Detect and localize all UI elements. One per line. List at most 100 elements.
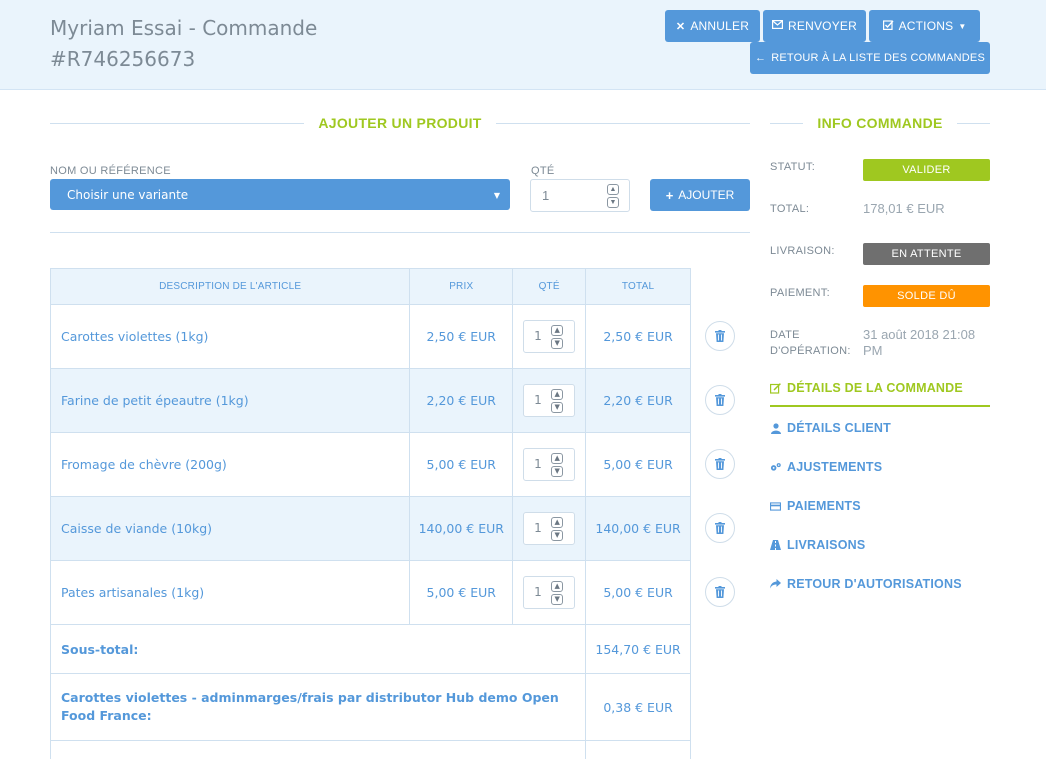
stepper-up-icon[interactable]: ▲	[551, 325, 564, 336]
shipping-label: LIVRAISON:	[770, 245, 835, 257]
item-description: Pates artisanales (1kg)	[49, 560, 411, 625]
resend-button-label: RENVOYER	[788, 19, 857, 33]
item-qty-value: 1	[534, 521, 542, 535]
item-description: Fromage de chèvre (200g)	[49, 432, 411, 497]
stepper-down-icon[interactable]: ▼	[551, 594, 564, 605]
operation-date-value-1: 31 août 2018 21:08	[863, 327, 976, 342]
nav-label: AJUSTEMENTS	[787, 460, 883, 474]
envelope-icon	[772, 20, 784, 32]
qty-stepper[interactable]: ▲ ▼	[551, 453, 564, 477]
nav-label: RETOUR D'AUTORISATIONS	[787, 577, 962, 591]
nav-return-authorizations[interactable]: RETOUR D'AUTORISATIONS	[770, 577, 990, 591]
item-qty-input[interactable]: 1 ▲ ▼	[523, 448, 576, 481]
actions-dropdown-button[interactable]: ACTIONS ▼	[869, 10, 980, 42]
trash-icon	[715, 455, 725, 474]
stepper-up-icon[interactable]: ▲	[607, 184, 619, 195]
resend-button[interactable]: RENVOYER	[763, 10, 866, 42]
item-qty-input[interactable]: 1 ▲ ▼	[523, 576, 576, 609]
fee-row: Carottes violettes - adminmarges/frais p…	[49, 673, 691, 741]
stepper-up-icon[interactable]: ▲	[551, 389, 564, 400]
item-qty-input[interactable]: 1 ▲ ▼	[523, 320, 576, 353]
item-qty-value: 1	[534, 457, 542, 471]
item-price: 2,50 € EUR	[409, 304, 514, 369]
stepper-up-icon[interactable]: ▲	[551, 517, 564, 528]
cancel-button-label: ANNULER	[690, 19, 750, 33]
credit-card-icon	[770, 501, 781, 511]
item-total: 5,00 € EUR	[585, 560, 691, 625]
add-product-button[interactable]: + AJOUTER	[650, 179, 750, 211]
item-price: 2,20 € EUR	[409, 368, 514, 433]
delete-item-button[interactable]	[705, 449, 735, 479]
total-label: TOTAL:	[770, 203, 810, 215]
caret-down-icon: ▼	[493, 191, 500, 200]
nav-shipments[interactable]: LIVRAISONS	[770, 538, 990, 552]
item-qty-input[interactable]: 1 ▲ ▼	[523, 384, 576, 417]
item-total: 5,00 € EUR	[585, 432, 691, 497]
col-header-qty: QTÉ	[512, 268, 587, 305]
trash-icon	[715, 583, 725, 602]
back-to-orders-button[interactable]: ← RETOUR À LA LISTE DES COMMANDES	[750, 42, 990, 74]
divider	[50, 232, 750, 233]
cancel-button[interactable]: ✕ ANNULER	[665, 10, 760, 42]
fee-label: Carottes violettes - adminmarges/frais p…	[49, 673, 587, 741]
nav-adjustments[interactable]: AJUSTEMENTS	[770, 460, 990, 474]
add-product-heading: AJOUTER UN PRODUIT	[50, 113, 751, 133]
item-price: 140,00 € EUR	[409, 496, 514, 561]
item-qty-value: 1	[534, 329, 542, 343]
order-info-heading: INFO COMMANDE	[770, 113, 991, 133]
nav-customer-details[interactable]: DÉTAILS CLIENT	[770, 421, 990, 435]
trash-icon	[715, 391, 725, 410]
name-reference-label: NOM OU RÉFÉRENCE	[50, 165, 171, 177]
plus-icon: +	[665, 187, 674, 203]
cogs-icon	[770, 462, 781, 472]
delete-item-button[interactable]	[705, 577, 735, 607]
total-value: 178,01 € EUR	[863, 201, 945, 216]
operation-date-label-1: DATE	[770, 329, 800, 341]
share-icon	[770, 579, 781, 589]
order-info-title: INFO COMMANDE	[817, 115, 943, 131]
status-label: STATUT:	[770, 161, 816, 173]
qty-stepper[interactable]: ▲ ▼	[551, 325, 564, 349]
stepper-up-icon[interactable]: ▲	[551, 453, 564, 464]
nav-payments[interactable]: PAIEMENTS	[770, 499, 990, 513]
operation-date-value-2: PM	[863, 343, 883, 358]
table-row: Carottes violettes (1kg) 2,50 € EUR 1 ▲ ▼ …	[49, 304, 691, 369]
nav-label: PAIEMENTS	[787, 499, 861, 513]
page-title: Myriam Essai - Commande #R746256673	[50, 13, 317, 75]
item-description: Carottes violettes (1kg)	[49, 304, 411, 369]
variant-select[interactable]: Choisir une variante ▼	[50, 179, 510, 210]
delete-item-button[interactable]	[705, 513, 735, 543]
stepper-down-icon[interactable]: ▼	[551, 530, 564, 541]
fee-value: 0,38 € EUR	[585, 673, 691, 741]
status-badge: VALIDER	[863, 159, 990, 181]
page-title-line1: Myriam Essai - Commande	[50, 16, 318, 40]
add-button-label: AJOUTER	[678, 188, 735, 202]
qty-stepper[interactable]: ▲ ▼	[607, 184, 619, 208]
payment-label: PAIEMENT:	[770, 287, 830, 299]
line-items-table: DESCRIPTION DE L'ARTICLE PRIX QTÉ TOTAL …	[49, 268, 691, 759]
delete-item-button[interactable]	[705, 321, 735, 351]
user-icon	[770, 422, 781, 434]
stepper-down-icon[interactable]: ▼	[607, 197, 619, 208]
delete-item-button[interactable]	[705, 385, 735, 415]
qty-stepper[interactable]: ▲ ▼	[551, 517, 564, 541]
qty-input[interactable]: 1 ▲ ▼	[530, 179, 630, 212]
qty-stepper[interactable]: ▲ ▼	[551, 389, 564, 413]
page-header: Myriam Essai - Commande #R746256673 ✕ AN…	[0, 0, 1046, 90]
qty-stepper[interactable]: ▲ ▼	[551, 581, 564, 605]
item-total: 2,20 € EUR	[585, 368, 691, 433]
nav-order-details[interactable]: DÉTAILS DE LA COMMANDE	[770, 381, 990, 407]
stepper-down-icon[interactable]: ▼	[551, 338, 564, 349]
nav-label: DÉTAILS CLIENT	[787, 421, 891, 435]
caret-down-icon: ▼	[958, 21, 967, 31]
stepper-down-icon[interactable]: ▼	[551, 466, 564, 477]
edit-icon	[770, 382, 781, 394]
col-header-total: TOTAL	[585, 268, 691, 305]
table-row	[49, 740, 691, 759]
stepper-up-icon[interactable]: ▲	[551, 581, 564, 592]
arrow-left-icon: ←	[754, 52, 767, 64]
col-header-price: PRIX	[409, 268, 514, 305]
stepper-down-icon[interactable]: ▼	[551, 402, 564, 413]
item-qty-input[interactable]: 1 ▲ ▼	[523, 512, 576, 545]
table-row: Farine de petit épeautre (1kg) 2,20 € EU…	[49, 368, 691, 433]
